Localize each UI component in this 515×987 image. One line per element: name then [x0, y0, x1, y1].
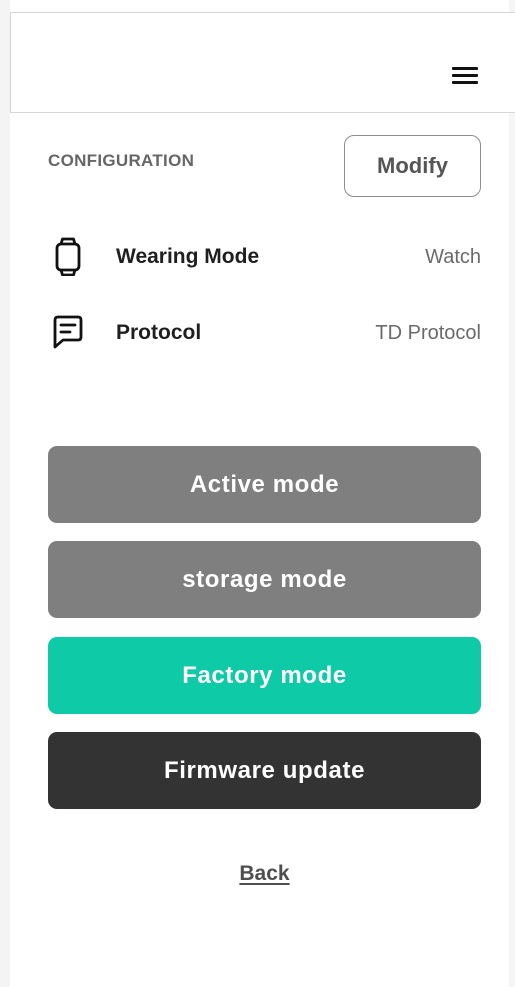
- wearing-mode-row: Wearing Mode Watch: [48, 236, 481, 276]
- factory-mode-button[interactable]: Factory mode: [48, 637, 481, 714]
- top-header: [10, 12, 515, 113]
- left-edge: [0, 0, 10, 987]
- configuration-title: CONFIGURATION: [48, 151, 195, 170]
- storage-mode-button[interactable]: storage mode: [48, 541, 481, 618]
- wearing-mode-label: Wearing Mode: [116, 245, 260, 268]
- back-link[interactable]: Back: [0, 862, 515, 886]
- right-edge: [509, 0, 515, 987]
- wearing-mode-value: Watch: [425, 246, 481, 268]
- protocol-value: TD Protocol: [375, 322, 481, 344]
- protocol-label: Protocol: [116, 321, 202, 344]
- menu-line: [452, 81, 478, 84]
- protocol-row: Protocol TD Protocol: [48, 312, 481, 352]
- message-icon: [53, 315, 83, 349]
- menu-line: [452, 67, 478, 70]
- modify-button[interactable]: Modify: [344, 135, 481, 197]
- active-mode-button[interactable]: Active mode: [48, 446, 481, 523]
- hamburger-menu-icon[interactable]: [443, 53, 489, 99]
- menu-line: [452, 74, 478, 77]
- watch-icon: [55, 237, 81, 276]
- app-screen: CONFIGURATION Modify Wearing Mode Watch …: [0, 0, 515, 987]
- firmware-update-button[interactable]: Firmware update: [48, 732, 481, 809]
